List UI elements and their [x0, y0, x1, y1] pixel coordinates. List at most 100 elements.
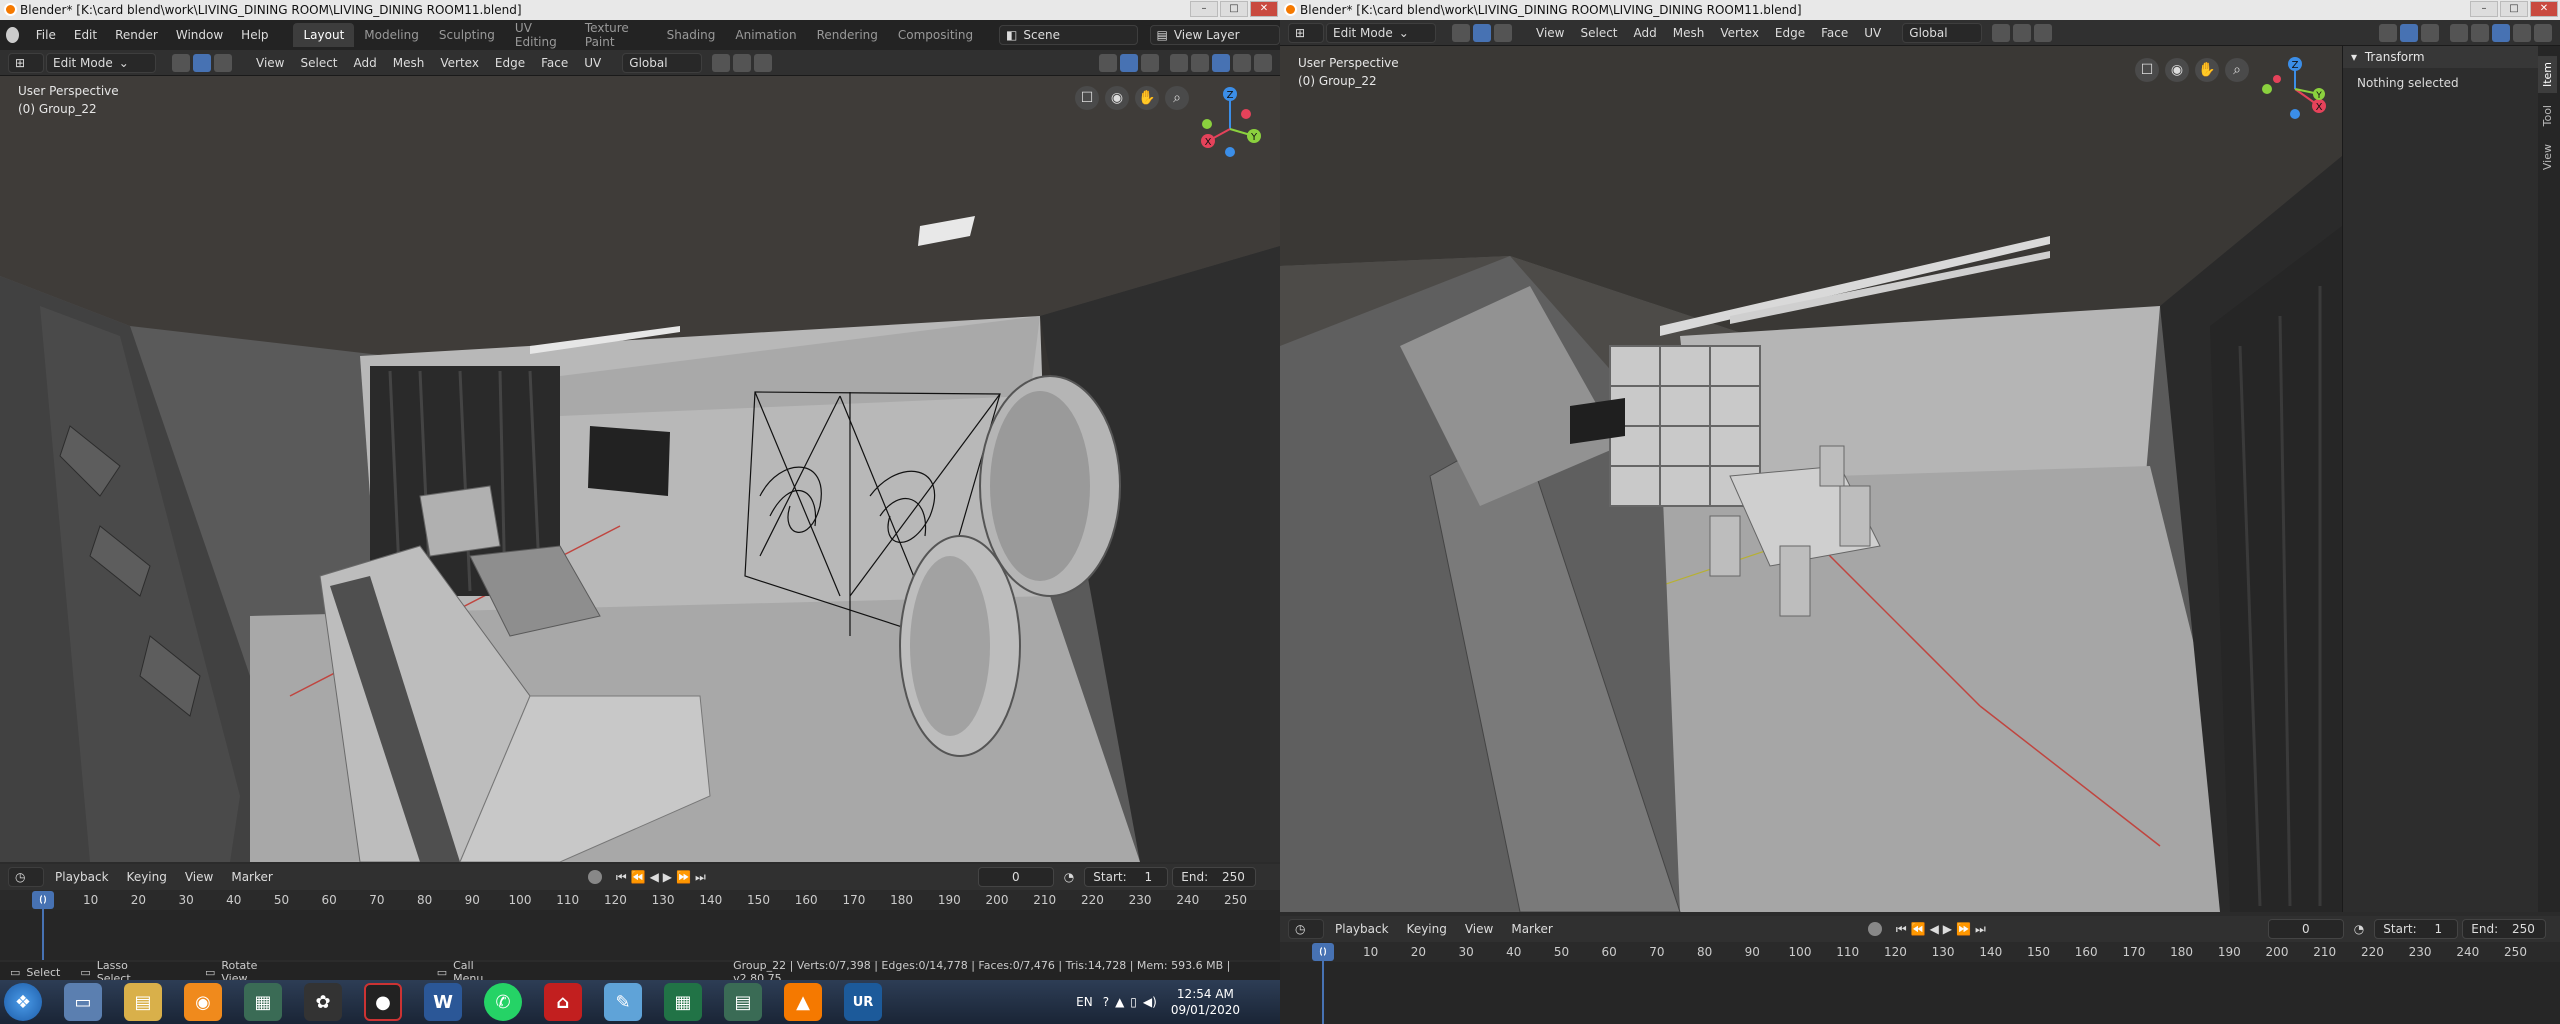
tab-shading[interactable]: Shading: [657, 23, 726, 47]
header-menu-select[interactable]: Select: [1573, 26, 1624, 40]
maximize-button[interactable]: □: [2500, 1, 2528, 17]
visibility-icon[interactable]: [1099, 53, 1117, 72]
timeline-menu-marker[interactable]: Marker: [1504, 922, 1559, 936]
tab-layout[interactable]: Layout: [293, 23, 355, 47]
editor-type-dropdown[interactable]: ⊞: [1288, 22, 1324, 43]
recorder-icon[interactable]: ●: [364, 983, 402, 1021]
wireframe-shading-icon[interactable]: [1191, 53, 1209, 72]
tab-item[interactable]: Item: [2538, 56, 2557, 94]
navigation-gizmo[interactable]: Z X Y: [1190, 84, 1270, 164]
timeline-menu-marker[interactable]: Marker: [224, 870, 279, 884]
timeline-track-area[interactable]: [1280, 962, 2560, 1024]
header-menu-edge[interactable]: Edge: [1768, 26, 1812, 40]
clock[interactable]: 12:54 AM 09/01/2020: [1171, 986, 1240, 1018]
header-menu-view[interactable]: View: [1529, 26, 1571, 40]
timeline-editor-dropdown[interactable]: ◷: [1288, 919, 1324, 939]
header-menu-vertex[interactable]: Vertex: [1713, 26, 1766, 40]
header-menu-view[interactable]: View: [249, 56, 291, 70]
notes2-icon[interactable]: ▤: [724, 983, 762, 1021]
timeline-menu-view[interactable]: View: [178, 870, 220, 884]
timeline-menu-playback[interactable]: Playback: [1328, 922, 1396, 936]
left-3d-viewport[interactable]: User Perspective (0) Group_22 ☐ ◉ ✋ ⌕ Z …: [0, 76, 1280, 862]
camera-icon[interactable]: ◉: [1105, 86, 1129, 110]
menu-render[interactable]: Render: [106, 28, 167, 42]
vlc-icon[interactable]: ▲: [784, 983, 822, 1021]
rendered-shading-icon[interactable]: [2534, 23, 2552, 42]
menu-window[interactable]: Window: [167, 28, 232, 42]
record-button[interactable]: [587, 870, 602, 884]
timeline-ruler[interactable]: 0102030405060708090100110120130140150160…: [1280, 942, 2560, 962]
blender-icon[interactable]: ◉: [184, 983, 222, 1021]
word-icon[interactable]: W: [424, 983, 462, 1021]
tab-sculpting[interactable]: Sculpting: [429, 23, 505, 47]
timeline-track-area[interactable]: [0, 910, 1280, 960]
timeline-menu-keying[interactable]: Keying: [120, 870, 174, 884]
pivot-icon[interactable]: [712, 53, 731, 72]
tray-arrow-icon[interactable]: ▲: [1115, 995, 1124, 1009]
tab-tool[interactable]: Tool: [2538, 99, 2557, 132]
header-menu-add[interactable]: Add: [1627, 26, 1664, 40]
header-menu-face[interactable]: Face: [534, 56, 575, 70]
edge-select-button[interactable]: [1473, 23, 1491, 42]
rendered-shading-icon[interactable]: [1254, 53, 1272, 72]
solid-shading-icon[interactable]: [2492, 23, 2510, 42]
header-menu-add[interactable]: Add: [347, 56, 384, 70]
start-frame-field[interactable]: Start: 1: [2374, 919, 2459, 939]
snap-icon[interactable]: [2013, 23, 2032, 42]
zoom-icon[interactable]: ⌕: [2225, 58, 2249, 82]
tab-compositing[interactable]: Compositing: [888, 23, 983, 47]
start-icon[interactable]: ❖: [4, 983, 42, 1021]
material-shading-icon[interactable]: [2513, 23, 2531, 42]
timeline-menu-keying[interactable]: Keying: [1400, 922, 1454, 936]
zoom-icon[interactable]: ⌕: [1165, 86, 1189, 110]
solid-shading-icon[interactable]: [1212, 53, 1230, 72]
mode-dropdown[interactable]: Edit Mode ⌄: [46, 52, 156, 73]
overlay-toggle-icon[interactable]: [2421, 23, 2439, 42]
header-menu-vertex[interactable]: Vertex: [433, 56, 486, 70]
transform-orientation-dropdown[interactable]: Global: [622, 52, 703, 73]
visibility-icon[interactable]: [2379, 23, 2397, 42]
proportional-edit-icon[interactable]: [754, 53, 773, 72]
camera-view-icon[interactable]: ☐: [1075, 86, 1099, 110]
tab-animation[interactable]: Animation: [725, 23, 806, 47]
header-menu-select[interactable]: Select: [293, 56, 344, 70]
davinci-icon[interactable]: ✿: [304, 983, 342, 1021]
timeline-ruler[interactable]: 0102030405060708090100110120130140150160…: [0, 890, 1280, 910]
mode-dropdown[interactable]: Edit Mode ⌄: [1326, 22, 1436, 43]
timeline-editor-dropdown[interactable]: ◷: [8, 867, 44, 887]
overlay-toggle-icon[interactable]: [1141, 53, 1159, 72]
pivot-icon[interactable]: [1992, 23, 2011, 42]
header-menu-uv[interactable]: UV: [1857, 26, 1888, 40]
file-explorer-icon[interactable]: ▤: [124, 983, 162, 1021]
minimize-button[interactable]: –: [1190, 1, 1218, 17]
end-frame-field[interactable]: End: 250: [1172, 867, 1257, 887]
record-button[interactable]: [1867, 922, 1882, 936]
close-button[interactable]: ✕: [1250, 1, 1278, 17]
header-menu-edge[interactable]: Edge: [488, 56, 532, 70]
header-menu-uv[interactable]: UV: [577, 56, 608, 70]
whatsapp-icon[interactable]: ✆: [484, 983, 522, 1021]
wireframe-shading-icon[interactable]: [2471, 23, 2489, 42]
edge-select-button[interactable]: [193, 53, 211, 72]
timeline-menu-playback[interactable]: Playback: [48, 870, 116, 884]
blender-menu-icon[interactable]: [6, 27, 19, 43]
header-menu-mesh[interactable]: Mesh: [386, 56, 432, 70]
end-frame-field[interactable]: End: 250: [2462, 919, 2547, 939]
navigation-gizmo[interactable]: Z X Y: [2255, 54, 2335, 134]
help-icon[interactable]: ?: [1103, 995, 1109, 1009]
playback-controls[interactable]: ⏮⏪◀▶⏩⏭: [616, 870, 710, 885]
tab-rendering[interactable]: Rendering: [807, 23, 888, 47]
current-frame-field[interactable]: 0: [2267, 919, 2344, 939]
snap-icon[interactable]: [733, 53, 752, 72]
maximize-button[interactable]: □: [1220, 1, 1248, 17]
timeline-menu-view[interactable]: View: [1458, 922, 1500, 936]
vertex-select-button[interactable]: [1452, 23, 1470, 42]
xray-toggle-icon[interactable]: [2450, 23, 2468, 42]
menu-edit[interactable]: Edit: [65, 28, 106, 42]
notes-icon[interactable]: ▦: [244, 983, 282, 1021]
pan-hand-icon[interactable]: ✋: [2195, 58, 2219, 82]
desktop-icon[interactable]: ▭: [64, 983, 102, 1021]
right-3d-viewport[interactable]: User Perspective (0) Group_22 ☐ ◉ ✋ ⌕ Z …: [1280, 46, 2342, 912]
view-layer-selector[interactable]: ▤ View Layer: [1149, 25, 1280, 45]
transform-orientation-dropdown[interactable]: Global: [1902, 22, 1983, 43]
